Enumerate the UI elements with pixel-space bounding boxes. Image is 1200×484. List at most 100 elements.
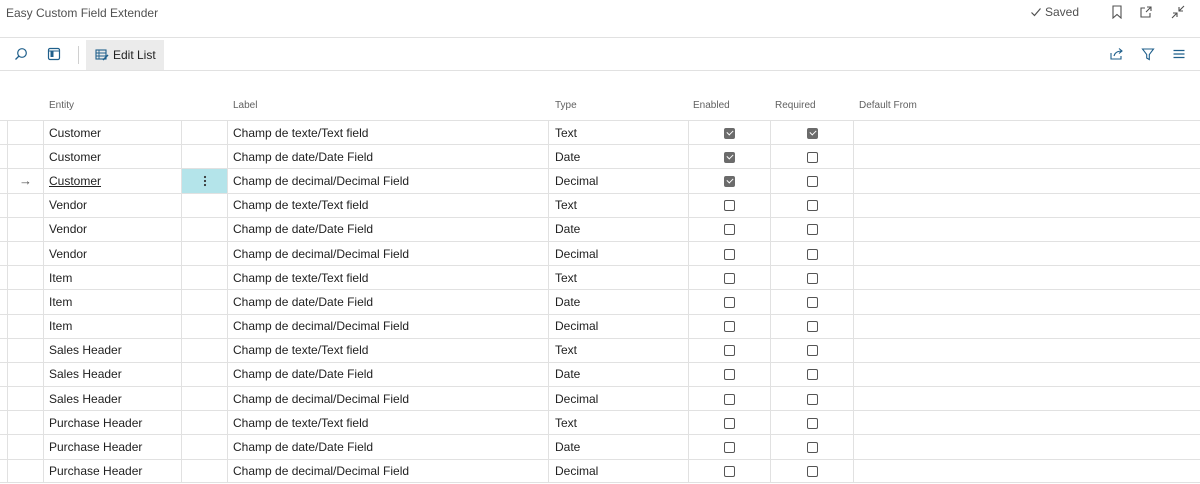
row-actions-button[interactable]	[182, 121, 227, 144]
row-actions-button[interactable]	[182, 290, 227, 313]
cell-label[interactable]: Champ de texte/Text field	[233, 339, 368, 362]
row-actions-button[interactable]	[182, 411, 227, 434]
cell-type[interactable]: Decimal	[555, 460, 598, 482]
cell-label[interactable]: Champ de date/Date Field	[233, 218, 373, 241]
cell-type[interactable]: Decimal	[555, 315, 598, 338]
table-row[interactable]: Vendor Champ de date/Date Field Date	[0, 216, 1200, 241]
enabled-checkbox[interactable]	[724, 442, 735, 454]
table-row[interactable]: Item Champ de decimal/Decimal Field Decima…	[0, 313, 1200, 338]
table-row[interactable]: Customer Champ de texte/Text field Text	[0, 120, 1200, 145]
enabled-checkbox[interactable]	[724, 296, 735, 308]
enabled-checkbox[interactable]	[724, 200, 735, 212]
search-icon[interactable]	[13, 46, 29, 62]
cell-entity[interactable]: Purchase Header	[49, 460, 142, 482]
open-new-window-icon[interactable]	[1138, 4, 1154, 20]
bookmark-icon[interactable]	[1109, 4, 1125, 20]
enabled-checkbox[interactable]	[724, 151, 735, 163]
enabled-checkbox[interactable]	[724, 417, 735, 429]
cell-label[interactable]: Champ de decimal/Decimal Field	[233, 242, 409, 265]
cell-type[interactable]: Date	[555, 435, 580, 458]
required-checkbox[interactable]	[807, 272, 818, 284]
required-checkbox[interactable]	[807, 151, 818, 163]
cell-label[interactable]: Champ de decimal/Decimal Field	[233, 460, 409, 482]
row-actions-button[interactable]	[182, 169, 227, 193]
table-row[interactable]: Item Champ de date/Date Field Date	[0, 289, 1200, 314]
column-header-entity[interactable]: Entity	[49, 100, 74, 111]
table-row[interactable]: Vendor Champ de texte/Text field Text	[0, 192, 1200, 217]
row-actions-button[interactable]	[182, 315, 227, 338]
required-checkbox[interactable]	[807, 224, 818, 236]
cell-type[interactable]: Text	[555, 339, 577, 362]
cell-entity[interactable]: Sales Header	[49, 387, 122, 410]
cell-label[interactable]: Champ de date/Date Field	[233, 363, 373, 386]
required-checkbox[interactable]	[807, 417, 818, 429]
table-row[interactable]: Sales Header Champ de texte/Text field Tex…	[0, 337, 1200, 362]
row-actions-button[interactable]	[182, 363, 227, 386]
column-header-type[interactable]: Type	[555, 100, 577, 111]
required-checkbox[interactable]	[807, 442, 818, 454]
row-actions-button[interactable]	[182, 145, 227, 168]
cell-label[interactable]: Champ de decimal/Decimal Field	[233, 387, 409, 410]
table-row[interactable]: Purchase Header Champ de decimal/Decimal …	[0, 458, 1200, 483]
edit-list-button[interactable]: Edit List	[86, 40, 164, 70]
cell-entity[interactable]: Purchase Header	[49, 435, 142, 458]
required-checkbox[interactable]	[807, 127, 818, 139]
required-checkbox[interactable]	[807, 200, 818, 212]
required-checkbox[interactable]	[807, 296, 818, 308]
column-header-default-from[interactable]: Default From	[859, 100, 917, 111]
column-header-required[interactable]: Required	[775, 100, 816, 111]
cell-type[interactable]: Date	[555, 218, 580, 241]
column-header-label[interactable]: Label	[233, 100, 257, 111]
layout-icon[interactable]	[46, 46, 62, 62]
cell-label[interactable]: Champ de date/Date Field	[233, 290, 373, 313]
cell-entity[interactable]: Sales Header	[49, 363, 122, 386]
cell-entity[interactable]: Customer	[49, 169, 101, 192]
cell-entity[interactable]: Sales Header	[49, 339, 122, 362]
cell-type[interactable]: Date	[555, 290, 580, 313]
enabled-checkbox[interactable]	[724, 248, 735, 260]
row-actions-button[interactable]	[182, 266, 227, 289]
required-checkbox[interactable]	[807, 369, 818, 381]
cell-type[interactable]: Date	[555, 145, 580, 168]
row-actions-button[interactable]	[182, 242, 227, 265]
enabled-checkbox[interactable]	[724, 345, 735, 357]
share-icon[interactable]	[1108, 46, 1124, 62]
cell-type[interactable]: Date	[555, 363, 580, 386]
row-actions-button[interactable]	[182, 387, 227, 410]
enabled-checkbox[interactable]	[724, 224, 735, 236]
cell-label[interactable]: Champ de texte/Text field	[233, 411, 368, 434]
cell-entity[interactable]: Customer	[49, 145, 101, 168]
cell-entity[interactable]: Customer	[49, 121, 101, 144]
enabled-checkbox[interactable]	[724, 175, 735, 187]
row-actions-button[interactable]	[182, 218, 227, 241]
required-checkbox[interactable]	[807, 393, 818, 405]
row-actions-button[interactable]	[182, 460, 227, 482]
cell-entity[interactable]: Item	[49, 315, 72, 338]
cell-type[interactable]: Decimal	[555, 387, 598, 410]
enabled-checkbox[interactable]	[724, 393, 735, 405]
enabled-checkbox[interactable]	[724, 369, 735, 381]
enabled-checkbox[interactable]	[724, 272, 735, 284]
cell-type[interactable]: Text	[555, 121, 577, 144]
cell-type[interactable]: Text	[555, 194, 577, 217]
row-actions-button[interactable]	[182, 339, 227, 362]
table-row[interactable]: Purchase Header Champ de date/Date Field D…	[0, 434, 1200, 459]
enabled-checkbox[interactable]	[724, 127, 735, 139]
table-row[interactable]: Sales Header Champ de date/Date Field Date	[0, 361, 1200, 387]
cell-label[interactable]: Champ de date/Date Field	[233, 145, 373, 168]
row-actions-button[interactable]	[182, 435, 227, 458]
enabled-checkbox[interactable]	[724, 465, 735, 477]
collapse-icon[interactable]	[1170, 4, 1186, 20]
column-header-enabled[interactable]: Enabled	[693, 100, 730, 111]
cell-label[interactable]: Champ de texte/Text field	[233, 121, 368, 144]
cell-label[interactable]: Champ de texte/Text field	[233, 266, 368, 289]
cell-type[interactable]: Decimal	[555, 242, 598, 265]
table-row[interactable]: Customer Champ de date/Date Field Date	[0, 144, 1200, 169]
table-row[interactable]: Vendor Champ de decimal/Decimal Field Deci…	[0, 240, 1200, 266]
cell-type[interactable]: Decimal	[555, 169, 598, 192]
cell-entity[interactable]: Vendor	[49, 194, 87, 217]
cell-label[interactable]: Champ de date/Date Field	[233, 435, 373, 458]
filter-icon[interactable]	[1140, 46, 1156, 62]
cell-entity[interactable]: Purchase Header	[49, 411, 142, 434]
required-checkbox[interactable]	[807, 321, 818, 333]
